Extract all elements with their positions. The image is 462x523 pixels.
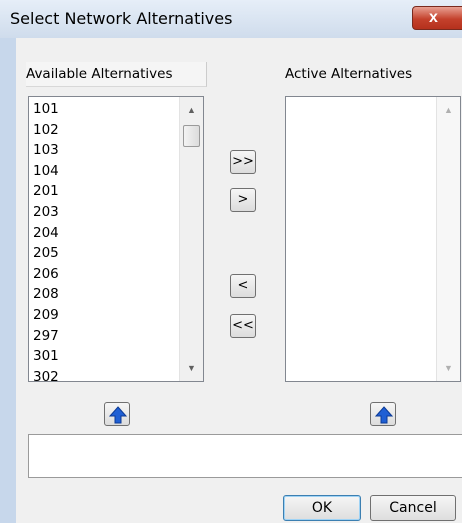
scroll-up-arrow-icon[interactable]: ▲ [437,103,460,117]
available-items: 101 102 103 104 201 203 204 205 206 208 209 297 301 3… [33,99,59,381]
remove-button[interactable]: < [230,274,256,298]
list-item[interactable]: 204 [33,223,59,244]
message-field[interactable] [28,434,462,478]
remove-all-button[interactable]: << [230,314,256,338]
available-alternatives-label: Available Alternatives [26,62,207,87]
blue-up-arrow-icon [109,406,127,424]
add-all-button[interactable]: >> [230,150,256,174]
list-item[interactable]: 208 [33,284,59,305]
list-item[interactable]: 103 [33,140,59,161]
window-frame-left [0,38,17,523]
list-item[interactable]: 203 [33,202,59,223]
list-item[interactable]: 209 [33,305,59,326]
window-title: Select Network Alternatives [10,9,233,28]
active-alternatives-label: Active Alternatives [285,62,455,86]
list-item[interactable]: 104 [33,161,59,182]
title-bar: Select Network Alternatives x [0,0,462,39]
list-item[interactable]: 301 [33,346,59,367]
available-move-up-button[interactable] [104,402,130,426]
scroll-down-arrow-icon[interactable]: ▼ [180,361,203,375]
available-alternatives-list[interactable]: 101 102 103 104 201 203 204 205 206 208 209 297 301 3… [28,96,204,382]
active-alternatives-list[interactable]: ▲ ▼ [285,96,461,382]
add-button[interactable]: > [230,188,256,212]
list-item[interactable]: 302 [33,367,59,381]
cancel-button[interactable]: Cancel [370,495,456,521]
ok-button[interactable]: OK [283,495,361,521]
available-scrollbar[interactable]: ▲ ▼ [179,97,203,381]
scroll-down-arrow-icon[interactable]: ▼ [437,361,460,375]
active-move-up-button[interactable] [370,402,396,426]
list-item[interactable]: 206 [33,264,59,285]
list-item[interactable]: 201 [33,181,59,202]
scroll-thumb[interactable] [183,125,200,147]
scroll-up-arrow-icon[interactable]: ▲ [180,103,203,117]
list-item[interactable]: 205 [33,243,59,264]
close-icon: x [429,9,438,26]
list-item[interactable]: 102 [33,120,59,141]
active-scrollbar[interactable]: ▲ ▼ [436,97,460,381]
list-item[interactable]: 101 [33,99,59,120]
blue-up-arrow-icon [375,406,393,424]
list-item[interactable]: 297 [33,326,59,347]
close-button[interactable]: x [412,6,462,30]
